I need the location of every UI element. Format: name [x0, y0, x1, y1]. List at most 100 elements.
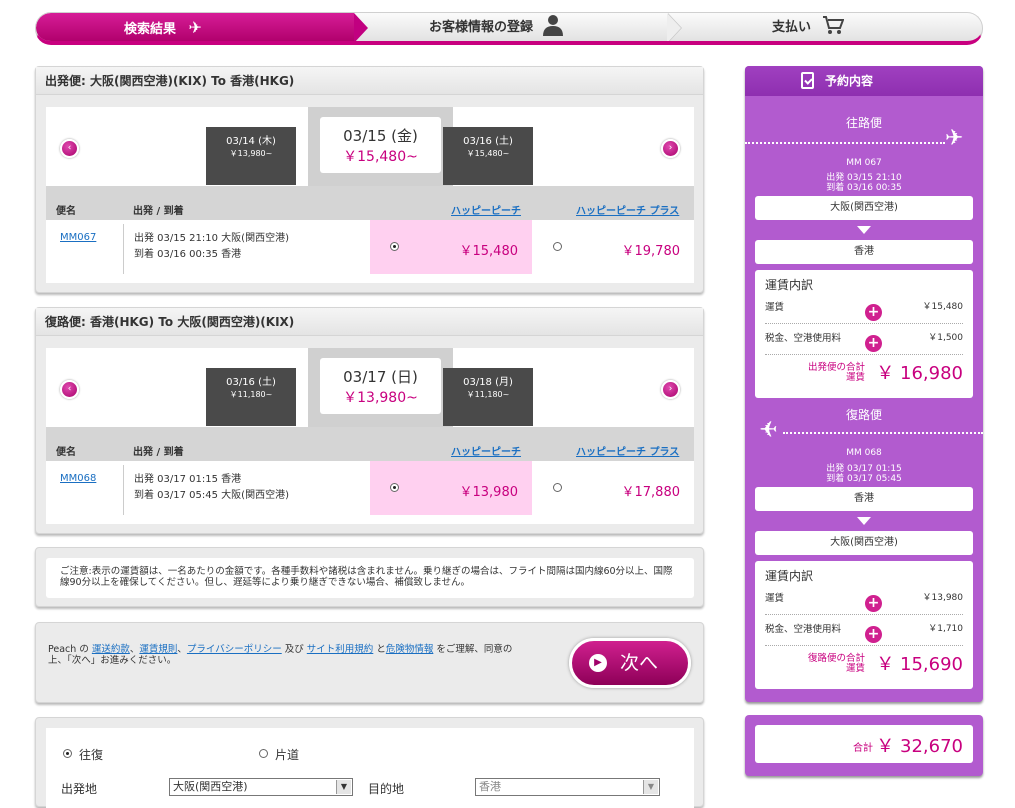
fare-radio[interactable]	[390, 242, 399, 251]
inbound-date-prev[interactable]: 03/16 (土) ￥11,180~	[206, 368, 296, 426]
fare-radio[interactable]	[390, 483, 399, 492]
date-label: 03/17 (日)	[343, 368, 418, 386]
date-price: ￥11,180~	[229, 390, 273, 399]
outbound-total: 出発便の合計運賃 ￥ 16,980	[765, 355, 963, 389]
table-row: MM067 出発 03/15 21:10 大阪(関西空港) 到着 03/16 0…	[46, 220, 694, 280]
step-customer-info-label: お客様情報の登録	[429, 20, 534, 35]
airplane-icon: ✈	[945, 126, 964, 151]
inbound-flight-no: MM 068	[846, 448, 882, 458]
origin-select[interactable]: 大阪(関西空港) ▼	[169, 778, 353, 796]
outbound-flight-table: 便名 出発 / 到着 ハッピーピーチ ハッピーピーチ プラス MM067 出発 …	[46, 186, 694, 283]
tax-line: 税金、空港使用料 + ￥1,500	[765, 324, 963, 355]
link-privacy-policy[interactable]: プライバシーポリシー	[187, 644, 282, 655]
col-deparr: 出発 / 到着	[133, 447, 184, 458]
destination-label: 目的地	[368, 782, 405, 796]
outbound-dep: 出発 03/15 21:10	[826, 173, 902, 183]
prev-date-button[interactable]: ‹	[60, 380, 79, 399]
outbound-date-selected[interactable]: 03/15 (金) ￥15,480~	[308, 107, 453, 187]
link-carriage-terms[interactable]: 運送約款	[92, 644, 130, 655]
route-line	[783, 432, 983, 434]
step-payment-label: 支払い	[772, 20, 812, 35]
tax-label: 税金、空港使用料	[765, 333, 842, 344]
plus-icon: +	[865, 304, 882, 321]
grand-total-label: 合計	[853, 743, 873, 754]
agree-mid: 及び	[281, 644, 307, 655]
notice-text: ご注意:表示の運賃額は、一名あたりの金額です。各種手数料や諸税は含まれません。乗…	[46, 558, 694, 598]
fare-line: 運賃 + ￥13,980	[765, 584, 963, 615]
flight-number-link[interactable]: MM068	[60, 473, 96, 484]
date-label: 03/15 (金)	[343, 127, 418, 145]
grand-total: 合計 ￥ 32,670	[755, 725, 973, 763]
airplane-icon: ✈	[188, 18, 202, 37]
grand-total-panel: 合計 ￥ 32,670	[745, 715, 983, 776]
inbound-date-selected[interactable]: 03/17 (日) ￥13,980~	[308, 348, 453, 428]
destination-select[interactable]: 香港 ▼	[475, 778, 660, 796]
down-arrow-icon	[857, 517, 871, 525]
agreement-text: Peach の 運送約款、運賃規則、プライバシーポリシー 及び サイト利用規約 …	[48, 644, 518, 666]
divider	[123, 224, 124, 274]
inbound-from: 香港	[755, 487, 973, 511]
round-trip-radio[interactable]	[63, 749, 72, 758]
next-button-label: 次へ	[620, 652, 659, 674]
fare-title: 運賃内訳	[765, 278, 814, 292]
outbound-times: 出発 03/15 21:10 到着 03/16 00:35	[745, 173, 983, 193]
col-fare-happy-peach-plus[interactable]: ハッピーピーチ プラス	[576, 202, 679, 217]
fare-option-selected[interactable]: ￥15,480	[370, 220, 532, 274]
next-date-button[interactable]: ›	[661, 139, 680, 158]
outbound-total-value: ￥ 16,980	[876, 363, 963, 384]
summary-header: 予約内容	[745, 66, 983, 96]
date-price: ￥13,980~	[343, 390, 418, 406]
col-fare-happy-peach[interactable]: ハッピーピーチ	[451, 202, 521, 217]
date-price: ￥13,980~	[229, 149, 273, 158]
next-button[interactable]: ▶ 次へ	[569, 638, 691, 688]
destination-value: 香港	[479, 780, 501, 793]
round-trip-label: 往復	[79, 748, 104, 762]
outbound-date-next[interactable]: 03/16 (土) ￥15,480~	[443, 127, 533, 185]
booking-summary: 予約内容 往路便 ✈ MM 067 出発 03/15 21:10 到着 03/1…	[745, 66, 983, 702]
col-fare-happy-peach-plus[interactable]: ハッピーピーチ プラス	[576, 443, 679, 458]
fare-line: 運賃 + ￥15,480	[765, 293, 963, 324]
inbound-fare-breakdown: 運賃内訳 運賃 + ￥13,980 税金、空港使用料 + ￥1,710 復路便の…	[755, 561, 973, 689]
outbound-date-prev[interactable]: 03/14 (木) ￥13,980~	[206, 127, 296, 185]
outbound-to: 香港	[755, 240, 973, 264]
fare-value: ￥13,980	[922, 593, 964, 603]
step-payment: 支払い	[772, 13, 844, 41]
agreement-panel: Peach の 運送約款、運賃規則、プライバシーポリシー 及び サイト利用規約 …	[35, 622, 704, 703]
col-flight: 便名	[56, 447, 76, 458]
tax-value: ￥1,500	[928, 333, 963, 343]
plus-icon: +	[865, 595, 882, 612]
inbound-to: 大阪(関西空港)	[755, 531, 973, 555]
next-date-button[interactable]: ›	[661, 380, 680, 399]
clipboard-icon	[801, 72, 814, 89]
fare-option-selected[interactable]: ￥13,980	[370, 461, 532, 515]
fare-label: 運賃	[765, 593, 785, 604]
inbound-date-next[interactable]: 03/18 (月) ￥11,180~	[443, 368, 533, 426]
one-way-radio[interactable]	[259, 749, 268, 758]
fare-radio-plus[interactable]	[553, 483, 562, 492]
agree-sep: 、	[129, 644, 140, 655]
tax-label: 税金、空港使用料	[765, 624, 842, 635]
link-dangerous-goods[interactable]: 危険物情報	[386, 644, 434, 655]
plus-icon: +	[865, 335, 882, 352]
search-form: 往復 片道 出発地 大阪(関西空港) ▼ 目的地 香港 ▼	[46, 728, 694, 808]
grand-total-value: ￥ 32,670	[876, 736, 963, 757]
link-site-terms[interactable]: サイト利用規約	[307, 644, 374, 655]
person-icon	[542, 15, 563, 36]
fare-price: ￥15,480	[459, 244, 519, 259]
col-fare-happy-peach[interactable]: ハッピーピーチ	[451, 443, 521, 458]
fare-price-plus: ￥19,780	[621, 244, 681, 259]
outbound-total-label: 出発便の合計運賃	[807, 362, 865, 383]
inbound-total-label: 復路便の合計運賃	[807, 653, 865, 674]
col-flight: 便名	[56, 206, 76, 217]
link-fare-rules[interactable]: 運賃規則	[139, 644, 177, 655]
step-search-results: 検索結果 ✈	[36, 13, 368, 41]
airplane-icon: ✈	[759, 418, 778, 443]
table-header: 便名 出発 / 到着 ハッピーピーチ ハッピーピーチ プラス	[46, 186, 694, 220]
tax-value: ￥1,710	[928, 624, 963, 634]
down-arrow-icon	[857, 226, 871, 234]
fare-price: ￥13,980	[459, 485, 519, 500]
prev-date-button[interactable]: ‹	[60, 139, 79, 158]
fare-radio-plus[interactable]	[553, 242, 562, 251]
flight-number-link[interactable]: MM067	[60, 232, 96, 243]
date-label: 03/16 (土)	[226, 377, 276, 388]
